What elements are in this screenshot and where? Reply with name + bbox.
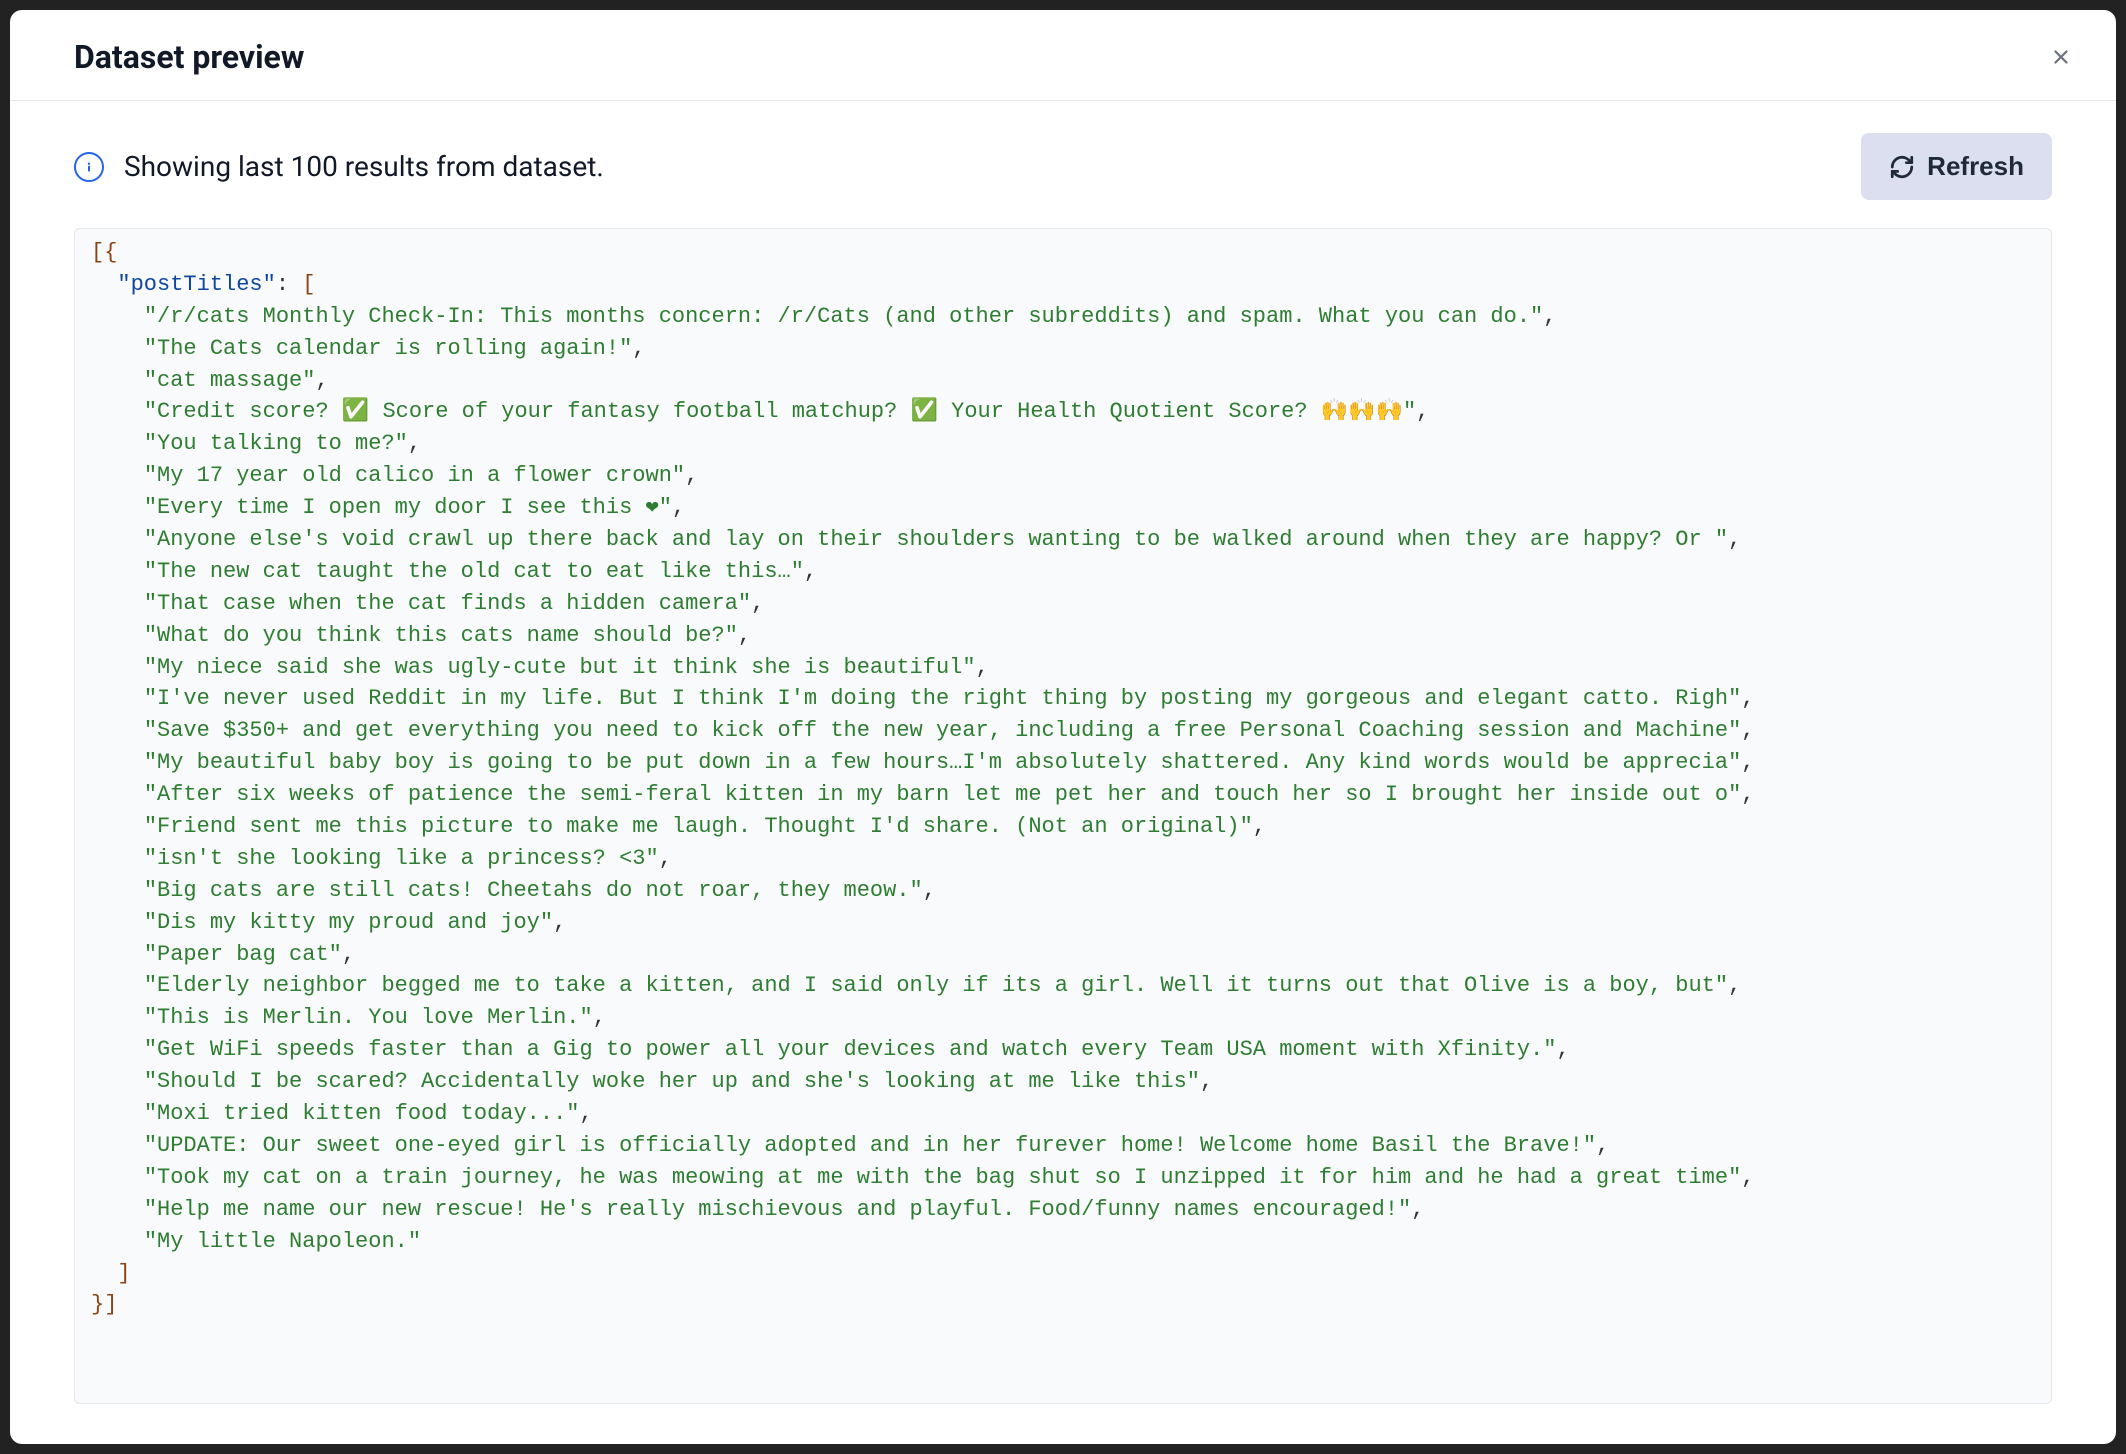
refresh-icon xyxy=(1889,154,1915,180)
modal-title: Dataset preview xyxy=(74,38,304,76)
info-text: Showing last 100 results from dataset. xyxy=(124,150,604,183)
info-icon xyxy=(74,152,104,182)
close-button[interactable] xyxy=(2042,38,2080,76)
modal-body: Showing last 100 results from dataset. R… xyxy=(10,101,2116,1444)
dataset-preview-modal: Dataset preview Showing last 100 results… xyxy=(10,10,2116,1444)
refresh-button[interactable]: Refresh xyxy=(1861,133,2052,200)
close-icon xyxy=(2050,46,2072,68)
refresh-label: Refresh xyxy=(1927,151,2024,182)
info-row: Showing last 100 results from dataset. R… xyxy=(74,133,2052,200)
json-code-viewer[interactable]: [{ "postTitles": [ "/r/cats Monthly Chec… xyxy=(74,228,2052,1404)
modal-header: Dataset preview xyxy=(10,10,2116,101)
info-left: Showing last 100 results from dataset. xyxy=(74,150,604,183)
